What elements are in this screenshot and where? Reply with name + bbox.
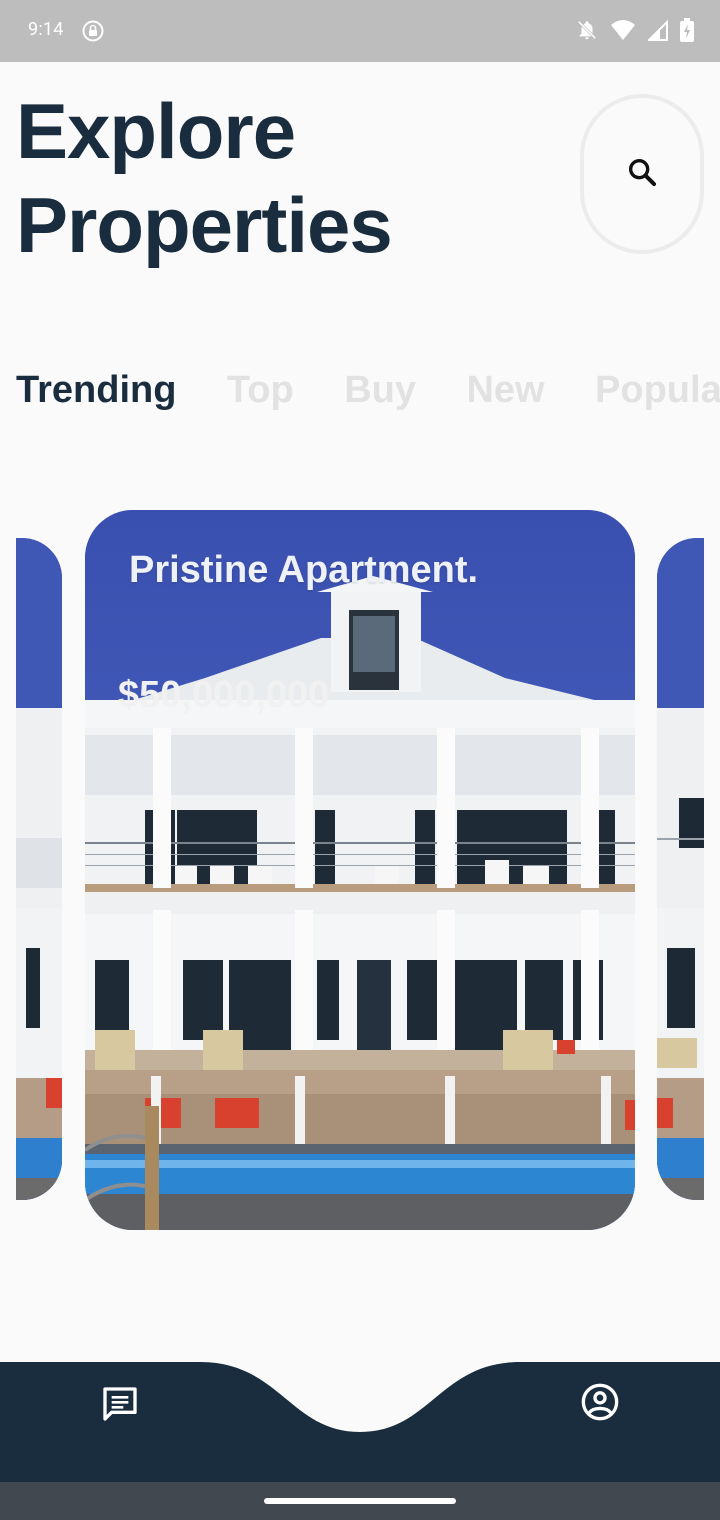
signal-icon (648, 19, 668, 41)
status-bar: 9:14 (0, 0, 720, 62)
property-photo (657, 538, 704, 1200)
lock-icon (82, 20, 104, 42)
category-tabs: Trending Top Buy New Popular (16, 364, 720, 424)
tab-buy[interactable]: Buy (344, 364, 416, 416)
profile-nav-button[interactable] (580, 1382, 620, 1422)
tab-popular[interactable]: Popular (595, 364, 720, 416)
property-card-next[interactable] (657, 538, 704, 1200)
search-icon (625, 155, 659, 194)
chat-nav-button[interactable] (100, 1384, 140, 1424)
property-card-previous[interactable] (16, 538, 62, 1200)
notifications-off-icon (576, 19, 598, 41)
page-title: Explore Properties (16, 84, 536, 272)
tab-new[interactable]: New (466, 364, 544, 416)
tab-top[interactable]: Top (227, 364, 294, 416)
search-button[interactable] (580, 94, 704, 254)
page-title-text: Explore Properties (16, 87, 393, 269)
status-time: 9:14 (28, 19, 64, 40)
system-navigation-bar (0, 1482, 720, 1520)
property-name: Pristine Apartment. (129, 549, 479, 591)
property-photo (16, 538, 62, 1200)
property-price: $50,000,000 (118, 674, 330, 716)
property-photo (85, 510, 635, 1230)
chat-icon (100, 1387, 140, 1428)
account-circle-icon (580, 1383, 620, 1426)
wifi-icon (610, 19, 636, 41)
tab-trending[interactable]: Trending (16, 364, 176, 416)
property-card[interactable]: Pristine Apartment. $50,000,000 (85, 510, 635, 1230)
battery-icon (680, 18, 694, 42)
home-gesture-handle[interactable] (264, 1498, 456, 1504)
